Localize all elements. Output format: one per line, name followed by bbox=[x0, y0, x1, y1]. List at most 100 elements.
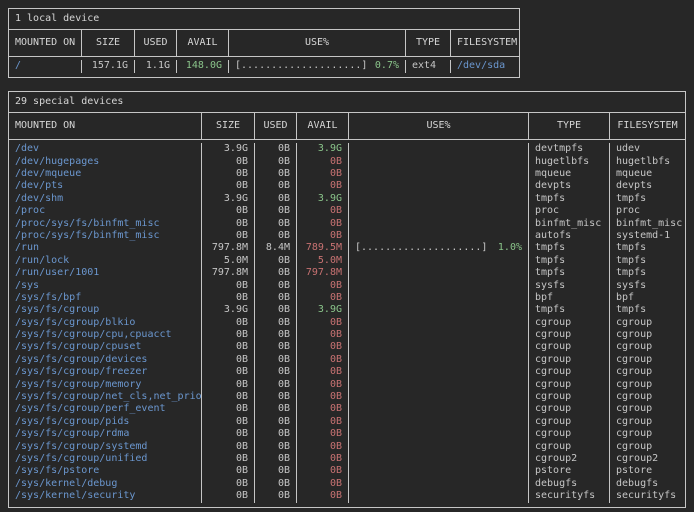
mount-point: /sys/fs/pstore bbox=[9, 465, 201, 477]
table-row: /sys/kernel/debug0B0B0Bdebugfsdebugfs bbox=[9, 478, 685, 490]
used-value: 0B bbox=[254, 168, 296, 180]
column-header-used: USED bbox=[254, 113, 296, 139]
filesystem-value: sysfs bbox=[609, 280, 685, 292]
size-value: 0B bbox=[201, 317, 254, 329]
used-value: 0B bbox=[254, 205, 296, 217]
table-row: /proc0B0B0Bprocproc bbox=[9, 205, 685, 217]
type-value: bpf bbox=[528, 292, 609, 304]
usage-cell bbox=[348, 341, 528, 353]
mount-point: /run/user/1001 bbox=[9, 267, 201, 279]
filesystem-value: cgroup2 bbox=[609, 453, 685, 465]
filesystem-value: tmpfs bbox=[609, 267, 685, 279]
used-value: 0B bbox=[254, 193, 296, 205]
usage-cell: [....................] 1.0% bbox=[348, 242, 528, 254]
size-value: 0B bbox=[201, 441, 254, 453]
used-value: 0B bbox=[254, 366, 296, 378]
usage-cell bbox=[348, 292, 528, 304]
size-value: 0B bbox=[201, 341, 254, 353]
mount-point: /run bbox=[9, 242, 201, 254]
header-row: MOUNTED ONSIZEUSEDAVAILUSE%TYPEFILESYSTE… bbox=[9, 113, 685, 140]
local-devices-table: 1 local device MOUNTED ONSIZEUSEDAVAILUS… bbox=[8, 8, 520, 78]
used-value: 0B bbox=[254, 218, 296, 230]
column-header-type: TYPE bbox=[405, 30, 450, 56]
mount-point: /sys/fs/bpf bbox=[9, 292, 201, 304]
usage-cell bbox=[348, 465, 528, 477]
used-value: 0B bbox=[254, 317, 296, 329]
table-row: /sys/fs/cgroup/rdma0B0B0Bcgroupcgroup bbox=[9, 428, 685, 440]
used-value: 1.1G bbox=[134, 60, 176, 72]
avail-value: 0B bbox=[296, 403, 348, 415]
avail-value: 3.9G bbox=[296, 143, 348, 155]
column-header-avail: AVAIL bbox=[296, 113, 348, 139]
size-value: 3.9G bbox=[201, 304, 254, 316]
used-value: 0B bbox=[254, 490, 296, 502]
filesystem-value: cgroup bbox=[609, 366, 685, 378]
size-value: 0B bbox=[201, 366, 254, 378]
avail-value: 3.9G bbox=[296, 304, 348, 316]
type-value: cgroup bbox=[528, 403, 609, 415]
type-value: devpts bbox=[528, 180, 609, 192]
type-value: sysfs bbox=[528, 280, 609, 292]
table-row: /dev/pts0B0B0Bdevptsdevpts bbox=[9, 180, 685, 192]
mount-point: /sys/fs/cgroup/memory bbox=[9, 379, 201, 391]
size-value: 0B bbox=[201, 453, 254, 465]
avail-value: 0B bbox=[296, 354, 348, 366]
table-row: /157.1G1.1G148.0G[....................]0… bbox=[9, 60, 519, 72]
avail-value: 3.9G bbox=[296, 193, 348, 205]
used-value: 0B bbox=[254, 267, 296, 279]
column-header-use: USE% bbox=[348, 113, 528, 139]
table-title: 1 local device bbox=[9, 9, 519, 30]
usage-cell bbox=[348, 366, 528, 378]
type-value: debugfs bbox=[528, 478, 609, 490]
filesystem-value: systemd-1 bbox=[609, 230, 685, 242]
filesystem-value: cgroup bbox=[609, 403, 685, 415]
filesystem-value: proc bbox=[609, 205, 685, 217]
usage-cell bbox=[348, 255, 528, 267]
usage-percent: 1.0% bbox=[498, 242, 522, 254]
filesystem-value: tmpfs bbox=[609, 193, 685, 205]
avail-value: 0B bbox=[296, 317, 348, 329]
used-value: 0B bbox=[254, 403, 296, 415]
avail-value: 0B bbox=[296, 280, 348, 292]
avail-value: 0B bbox=[296, 292, 348, 304]
size-value: 0B bbox=[201, 354, 254, 366]
table-row: /sys/fs/cgroup/perf_event0B0B0Bcgroupcgr… bbox=[9, 403, 685, 415]
used-value: 0B bbox=[254, 416, 296, 428]
usage-percent: 0.7% bbox=[375, 60, 399, 72]
table-body: /dev3.9G0B3.9Gdevtmpfsudev/dev/hugepages… bbox=[9, 140, 685, 506]
table-row: /sys/fs/cgroup/memory0B0B0Bcgroupcgroup bbox=[9, 379, 685, 391]
type-value: devtmpfs bbox=[528, 143, 609, 155]
mount-point: /sys/fs/cgroup/cpu,cpuacct bbox=[9, 329, 201, 341]
avail-value: 0B bbox=[296, 156, 348, 168]
size-value: 0B bbox=[201, 379, 254, 391]
usage-bar: [....................] bbox=[355, 242, 487, 254]
filesystem-value: cgroup bbox=[609, 428, 685, 440]
mount-point: /proc/sys/fs/binfmt_misc bbox=[9, 230, 201, 242]
avail-value: 0B bbox=[296, 341, 348, 353]
type-value: hugetlbfs bbox=[528, 156, 609, 168]
mount-point: /sys/fs/cgroup/unified bbox=[9, 453, 201, 465]
mount-point: /dev bbox=[9, 143, 201, 155]
size-value: 0B bbox=[201, 292, 254, 304]
table-row: /run/user/1001797.8M0B797.8Mtmpfstmpfs bbox=[9, 267, 685, 279]
filesystem-value: cgroup bbox=[609, 379, 685, 391]
type-value: cgroup bbox=[528, 379, 609, 391]
type-value: cgroup bbox=[528, 441, 609, 453]
type-value: ext4 bbox=[405, 60, 450, 72]
filesystem-value: /dev/sda bbox=[450, 60, 519, 72]
avail-value: 797.8M bbox=[296, 267, 348, 279]
column-header-used: USED bbox=[134, 30, 176, 56]
filesystem-value: cgroup bbox=[609, 354, 685, 366]
size-value: 0B bbox=[201, 180, 254, 192]
usage-cell bbox=[348, 205, 528, 217]
usage-cell bbox=[348, 143, 528, 155]
column-header-mounted-on: MOUNTED ON bbox=[9, 30, 81, 56]
table-row: /sys/fs/cgroup/devices0B0B0Bcgroupcgroup bbox=[9, 354, 685, 366]
avail-value: 0B bbox=[296, 230, 348, 242]
type-value: pstore bbox=[528, 465, 609, 477]
type-value: tmpfs bbox=[528, 255, 609, 267]
column-header-filesystem: FILESYSTEM bbox=[450, 30, 519, 56]
usage-cell bbox=[348, 403, 528, 415]
type-value: cgroup bbox=[528, 329, 609, 341]
usage-cell bbox=[348, 180, 528, 192]
